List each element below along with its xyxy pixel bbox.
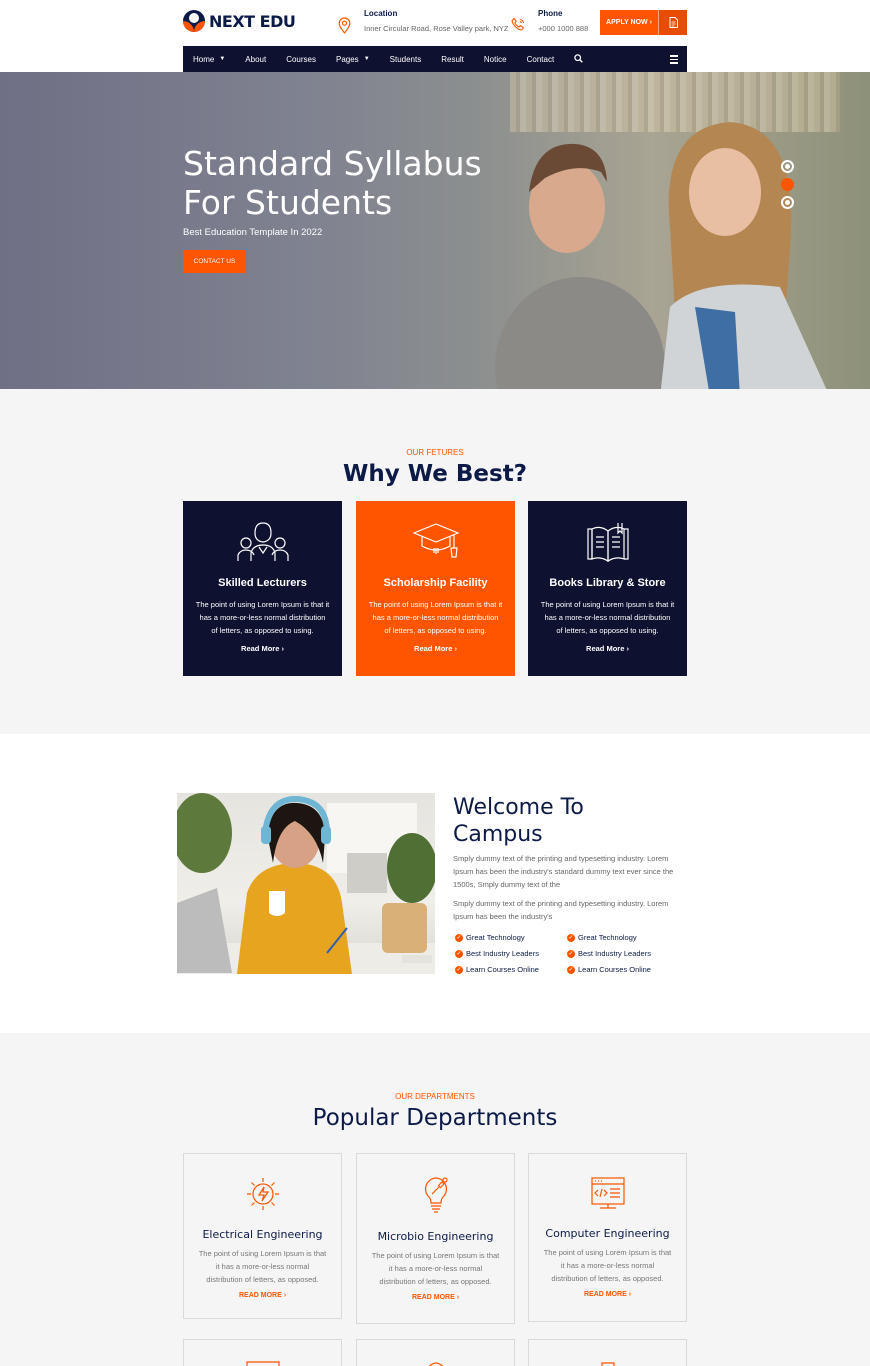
check-item: ✓ Great Technology <box>455 933 525 942</box>
departments-eyebrow: OUR DEPARTMENTS <box>395 1092 475 1101</box>
check-item: ✓ Learn Courses Online <box>567 965 651 974</box>
code-window-icon <box>590 1177 625 1209</box>
nav-courses[interactable]: Courses <box>286 55 316 64</box>
apply-now-label: APPLY NOW › <box>606 19 652 26</box>
nav-contact[interactable]: Contact <box>527 55 555 64</box>
welcome-section: Welcome To Campus Smply dummy text of the… <box>0 734 870 1033</box>
nav-students[interactable]: Students <box>390 55 422 64</box>
menu-icon[interactable] <box>670 55 678 66</box>
feature-card: Scholarship Facility The point of using … <box>356 501 515 676</box>
read-more-link[interactable]: Read More › <box>356 644 515 653</box>
nav-notice[interactable]: Notice <box>484 55 507 64</box>
document-icon <box>658 10 687 35</box>
check-icon: ✓ <box>455 965 463 974</box>
logo-icon <box>183 10 205 32</box>
phone-icon <box>511 17 529 35</box>
read-more-link[interactable]: Read More › <box>528 644 687 653</box>
feature-desc: The point of using Lorem Ipsum is that i… <box>195 600 330 635</box>
phone-value: +000 1000 888 <box>538 24 589 33</box>
check-icon: ✓ <box>455 949 463 958</box>
nav-result[interactable]: Result <box>441 55 464 64</box>
campus-photo <box>177 793 435 974</box>
department-desc: The point of using Lorem Ipsum is that it… <box>543 1248 672 1283</box>
features-eyebrow: OUR FETURES <box>406 448 464 457</box>
lecturers-icon <box>236 522 289 561</box>
logo-text: NEXT EDU <box>209 11 296 31</box>
slider-dot-3[interactable] <box>781 196 794 209</box>
slider-dots <box>781 160 794 214</box>
department-title: Microbio Engineering <box>377 1230 494 1243</box>
hero-slider: Standard Syllabus For Students Best Educa… <box>0 72 870 389</box>
bulb-icon <box>424 1177 448 1213</box>
main-nav: Home ▼ About Courses Pages ▼ Students Resu… <box>183 46 687 72</box>
location-label: Location <box>364 9 398 18</box>
check-icon: ✓ <box>567 933 575 942</box>
welcome-paragraph-1: Smply dummy text of the printing and typ… <box>453 854 674 889</box>
check-item: ✓ Best Industry Leaders <box>567 949 651 958</box>
read-more-link[interactable]: READ MORE › <box>184 1292 341 1299</box>
read-more-link[interactable]: READ MORE › <box>529 1291 686 1298</box>
department-card <box>183 1339 342 1366</box>
department-title: Computer Engineering <box>545 1227 670 1240</box>
welcome-title: Welcome To Campus <box>453 795 584 847</box>
check-icon: ✓ <box>567 965 575 974</box>
book-icon <box>586 523 629 563</box>
feature-title: Skilled Lecturers <box>218 577 307 589</box>
hero-title: Standard Syllabus For Students <box>183 144 482 222</box>
department-card: Electrical Engineering The point of usin… <box>183 1153 342 1319</box>
department-card <box>356 1339 515 1366</box>
check-item: ✓ Best Industry Leaders <box>455 949 539 958</box>
location-value: Inner Circular Road, Rose Valley park, N… <box>364 24 509 33</box>
department-icon <box>245 1361 280 1366</box>
graduation-cap-icon <box>411 523 460 558</box>
check-item: ✓ Great Technology <box>567 933 637 942</box>
department-card: Computer Engineering The point of using … <box>528 1153 687 1322</box>
feature-title: Books Library & Store <box>549 577 666 589</box>
slider-dot-1[interactable] <box>781 160 794 173</box>
welcome-paragraph-2: Smply dummy text of the printing and typ… <box>453 899 669 921</box>
department-card <box>528 1339 687 1366</box>
read-more-link[interactable]: READ MORE › <box>357 1294 514 1301</box>
department-icon <box>600 1362 615 1366</box>
features-title: Why We Best? <box>342 461 528 487</box>
feature-card: Books Library & Store The point of using… <box>528 501 687 676</box>
department-title: Electrical Engineering <box>202 1228 323 1241</box>
nav-home[interactable]: Home ▼ <box>193 55 225 64</box>
feature-desc: The point of using Lorem Ipsum is that i… <box>368 600 503 635</box>
feature-desc: The point of using Lorem Ipsum is that i… <box>540 600 675 635</box>
feature-title: Scholarship Facility <box>383 577 488 589</box>
departments-title: Popular Departments <box>312 1105 558 1131</box>
department-icon <box>428 1362 443 1366</box>
chevron-down-icon: ▼ <box>363 56 370 62</box>
nav-pages[interactable]: Pages ▼ <box>336 55 370 64</box>
slider-dot-2[interactable] <box>781 178 794 191</box>
check-icon: ✓ <box>567 949 575 958</box>
phone-info: Phone +000 1000 888 <box>511 9 588 35</box>
feature-card: Skilled Lecturers The point of using Lor… <box>183 501 342 676</box>
contact-us-button[interactable]: CONTACT US <box>183 250 246 273</box>
apply-now-button[interactable]: APPLY NOW › <box>600 10 687 35</box>
check-item: ✓ Learn Courses Online <box>455 965 539 974</box>
search-icon[interactable] <box>574 53 583 65</box>
phone-label: Phone <box>538 9 563 18</box>
nav-about[interactable]: About <box>245 55 266 64</box>
department-card: Microbio Engineering The point of using … <box>356 1153 515 1324</box>
department-desc: The point of using Lorem Ipsum is that it… <box>198 1249 327 1284</box>
lightning-icon <box>246 1178 279 1210</box>
read-more-link[interactable]: Read More › <box>183 644 342 653</box>
logo[interactable]: NEXT EDU <box>183 8 296 34</box>
hero-subtitle: Best Education Template In 2022 <box>183 227 323 238</box>
location-info: Location Inner Circular Road, Rose Valle… <box>338 9 509 35</box>
departments-section: OUR DEPARTMENTS Popular Departments Elec… <box>0 1033 870 1366</box>
department-desc: The point of using Lorem Ipsum is that it… <box>371 1251 500 1286</box>
check-icon: ✓ <box>455 933 463 942</box>
chevron-down-icon: ▼ <box>219 56 226 62</box>
features-section: OUR FETURES Why We Best? Skilled Lecture… <box>0 389 870 734</box>
map-pin-icon <box>338 17 356 35</box>
hero-student-image-2 <box>660 122 827 389</box>
